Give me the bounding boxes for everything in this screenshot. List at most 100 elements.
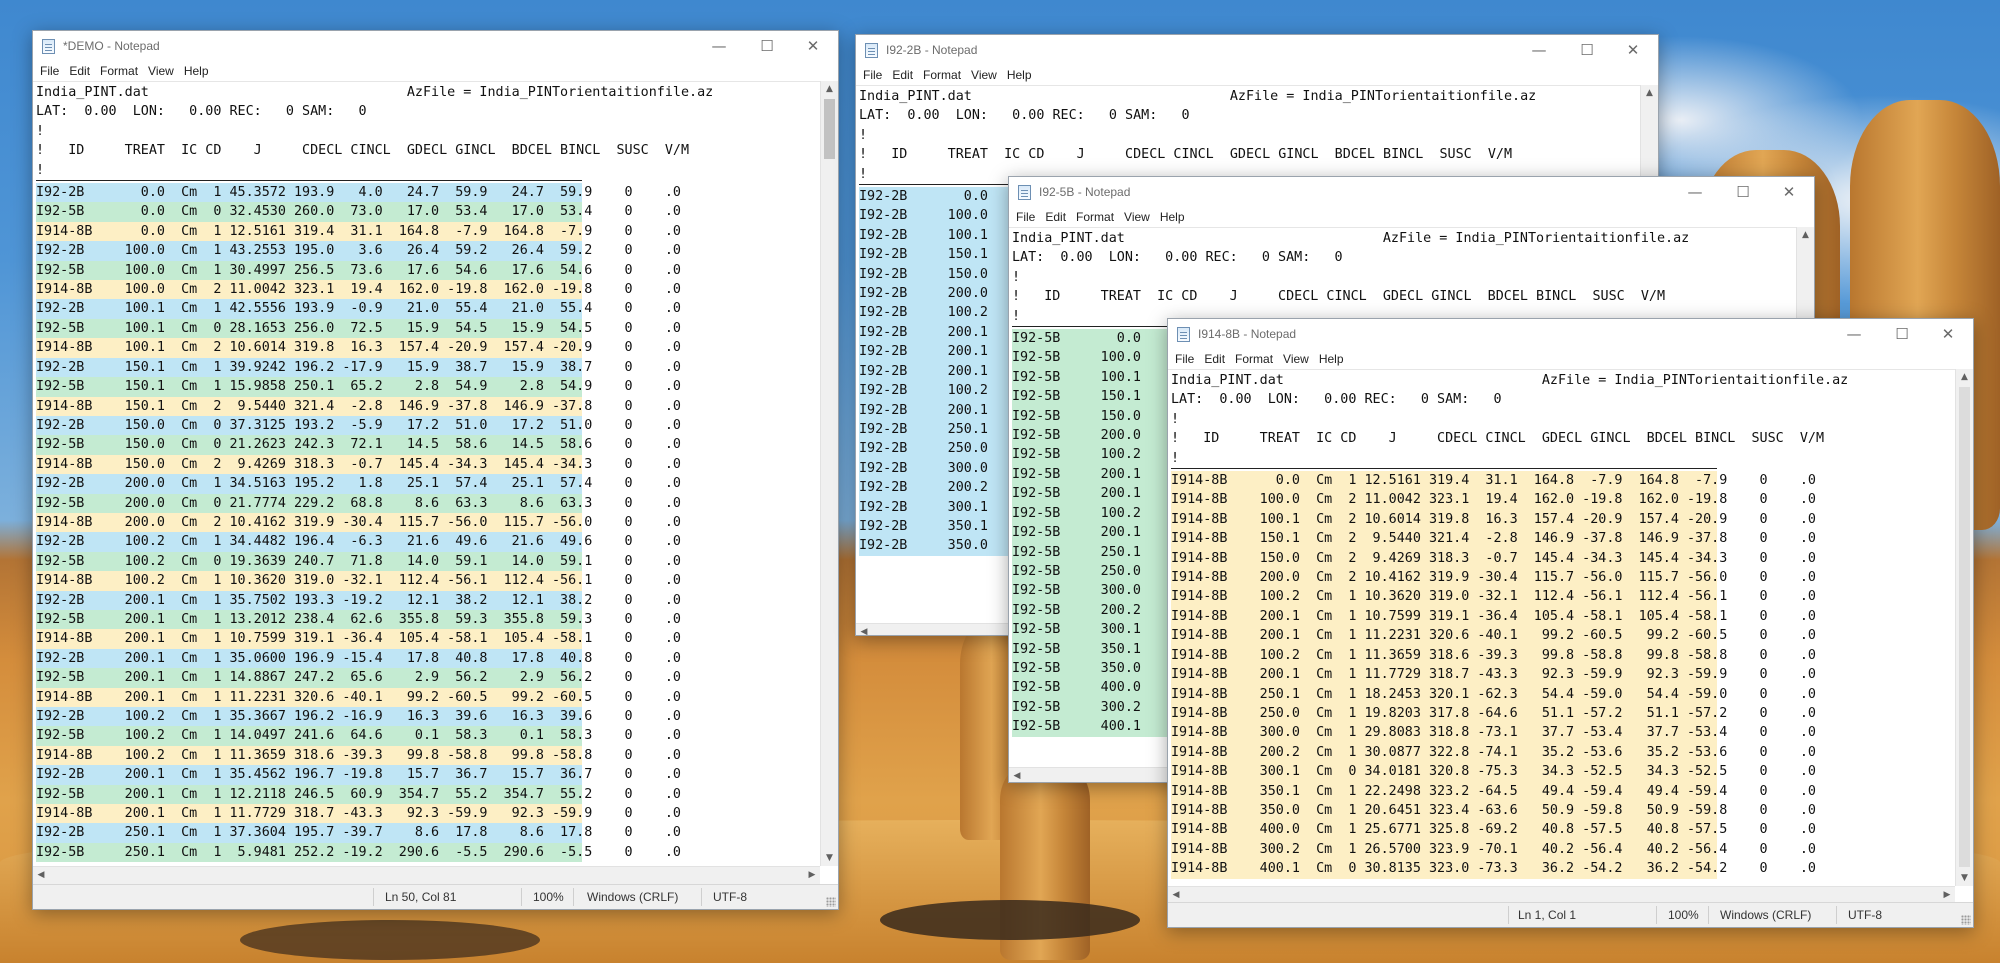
data-line: I92-5B 150.1 Cm 1 15.9858 250.1 65.2 2.8… [36,377,681,397]
minimize-icon[interactable]: — [1831,321,1877,347]
scroll-up-icon[interactable]: ▲ [1956,369,1973,385]
title-bar[interactable]: *DEMO - Notepad — ☐ ✕ [33,31,838,61]
minimize-icon[interactable]: — [696,33,742,59]
header-line: ! [1012,269,1021,285]
cursor-position: Ln 50, Col 81 [385,890,457,904]
data-line: I914-8B 100.0 Cm 2 11.0042 323.1 19.4 16… [1171,490,1816,510]
menu-view[interactable]: View [1278,349,1314,366]
data-line: I914-8B 100.0 Cm 2 11.0042 323.1 19.4 16… [36,280,681,300]
scroll-up-icon[interactable]: ▲ [1797,227,1814,243]
data-line: I92-5B 100.2 Cm 1 14.0497 241.6 64.6 0.1… [36,726,681,746]
data-line: I914-8B 400.0 Cm 1 25.6771 325.8 -69.2 4… [1171,820,1816,840]
data-line: I92-5B 200.0 Cm 0 21.7774 229.2 68.8 8.6… [36,493,681,513]
data-line: I914-8B 200.1 Cm 1 11.7729 318.7 -43.3 9… [1171,665,1816,685]
scroll-thumb[interactable] [824,99,835,159]
text-editor[interactable]: India_PINT.dat AzFile = India_PINTorient… [1168,369,1955,887]
title-bar[interactable]: I914-8B - Notepad — ☐ ✕ [1168,319,1973,349]
close-icon[interactable]: ✕ [1925,321,1971,347]
close-icon[interactable]: ✕ [790,33,836,59]
notepad-icon [42,39,55,54]
data-line: I92-5B 200.1 Cm 1 12.2118 246.5 60.9 354… [36,784,681,805]
data-line: I914-8B 100.2 Cm 1 10.3620 319.0 -32.1 1… [1171,587,1816,607]
maximize-icon[interactable]: ☐ [1720,179,1766,205]
data-line: I92-2B 200.1 Cm 1 35.7502 193.3 -19.2 12… [36,590,681,610]
text-editor[interactable]: India_PINT.dat AzFile = India_PINTorient… [33,81,820,867]
menu-edit[interactable]: Edit [1040,207,1071,224]
window-title: I92-2B - Notepad [886,43,978,57]
data-line: I92-5B 100.2 Cm 0 19.3639 240.7 71.8 14.… [36,551,681,572]
data-line: I92-2B 200.0 Cm 1 34.5163 195.2 1.8 25.1… [36,474,681,494]
status-separator [1708,906,1709,924]
scroll-left-icon[interactable]: ◀ [856,624,872,635]
header-line: LAT: 0.00 LON: 0.00 REC: 0 SAM: 0 [1012,250,1343,266]
scroll-up-icon[interactable]: ▲ [1641,85,1658,101]
header-line: ! ID TREAT IC CD J CDECL CINCL GDECL GIN… [36,143,690,159]
menu-file[interactable]: File [1009,207,1040,224]
menu-file[interactable]: File [33,61,64,78]
encoding: UTF-8 [713,890,747,904]
menu-view[interactable]: View [143,61,179,78]
notepad-window-demo[interactable]: *DEMO - Notepad — ☐ ✕ File Edit Format View… [32,30,839,910]
data-line: I914-8B 300.1 Cm 0 34.0181 320.8 -75.3 3… [1171,762,1816,782]
notepad-icon [865,43,878,58]
resize-grip-icon[interactable] [826,897,836,907]
menu-file[interactable]: File [1168,349,1199,366]
header-line: ! ID TREAT IC CD J CDECL CINCL GDECL GIN… [1012,289,1666,305]
status-bar: Ln 50, Col 81 100% Windows (CRLF) UTF-8 [33,884,838,909]
title-bar[interactable]: I92-5B - Notepad — ☐ ✕ [1009,177,1814,207]
data-line: I914-8B 200.1 Cm 1 11.2231 320.6 -40.1 9… [36,687,681,707]
status-separator [373,888,374,906]
maximize-icon[interactable]: ☐ [1564,37,1610,63]
header-line: ! [859,166,868,182]
scroll-left-icon[interactable]: ◀ [1009,768,1025,782]
close-icon[interactable]: ✕ [1766,179,1812,205]
close-icon[interactable]: ✕ [1610,37,1656,63]
horizontal-scrollbar[interactable]: ◀ ▶ [33,866,820,884]
menu-edit[interactable]: Edit [1199,349,1230,366]
file-content: India_PINT.dat AzFile = India_PINTorient… [33,82,820,863]
title-bar[interactable]: I92-2B - Notepad — ☐ ✕ [856,35,1658,65]
notepad-window-i914-8b[interactable]: I914-8B - Notepad — ☐ ✕ File Edit Format Vi… [1167,318,1974,928]
data-line: I914-8B 100.2 Cm 1 11.3659 318.6 -39.3 9… [1171,645,1816,666]
menu-view[interactable]: View [966,65,1002,82]
zoom-level: 100% [1668,908,1699,922]
menu-format[interactable]: Format [1071,207,1119,224]
data-line: I914-8B 350.1 Cm 1 22.2498 323.2 -64.5 4… [1171,781,1816,801]
data-line: I914-8B 400.1 Cm 0 30.8135 323.0 -73.3 3… [1171,859,1816,879]
header-line: India_PINT.dat AzFile = India_PINTorient… [1012,231,1690,246]
menu-edit[interactable]: Edit [64,61,95,78]
menu-help[interactable]: Help [1314,349,1349,366]
menu-help[interactable]: Help [1155,207,1190,224]
data-line: I92-2B 150.0 Cm 0 37.3125 193.2 -5.9 17.… [36,415,681,436]
minimize-icon[interactable]: — [1672,179,1718,205]
menu-help[interactable]: Help [1002,65,1037,82]
data-line: I914-8B 100.2 Cm 1 10.3620 319.0 -32.1 1… [36,571,681,591]
status-separator [701,888,702,906]
menu-format[interactable]: Format [1230,349,1278,366]
maximize-icon[interactable]: ☐ [1879,321,1925,347]
resize-grip-icon[interactable] [1961,915,1971,925]
menu-format[interactable]: Format [918,65,966,82]
maximize-icon[interactable]: ☐ [744,33,790,59]
data-line: I914-8B 200.1 Cm 1 11.7729 318.7 -43.3 9… [36,804,681,824]
menu-bar: File Edit Format View Help [1168,349,1973,369]
menu-bar: File Edit Format View Help [33,61,838,81]
vertical-scrollbar[interactable]: ▲ ▼ [1955,369,1973,886]
menu-format[interactable]: Format [95,61,143,78]
vertical-scrollbar[interactable]: ▲ ▼ [820,81,838,866]
header-line: LAT: 0.00 LON: 0.00 REC: 0 SAM: 0 [36,104,367,120]
scroll-up-icon[interactable]: ▲ [821,81,838,97]
menu-file[interactable]: File [856,65,887,82]
minimize-icon[interactable]: — [1516,37,1562,63]
scroll-thumb[interactable] [1959,387,1970,867]
menu-help[interactable]: Help [179,61,214,78]
header-line: India_PINT.dat AzFile = India_PINTorient… [1171,373,1849,388]
scroll-down-icon[interactable]: ▼ [1956,870,1973,886]
scroll-left-icon[interactable]: ◀ [33,867,49,884]
menu-edit[interactable]: Edit [887,65,918,82]
menu-view[interactable]: View [1119,207,1155,224]
scroll-right-icon[interactable]: ▶ [804,867,820,884]
data-line: I914-8B 0.0 Cm 1 12.5161 319.4 31.1 164.… [36,221,681,242]
wallpaper-shadow [880,900,1140,940]
scroll-down-icon[interactable]: ▼ [821,850,838,866]
